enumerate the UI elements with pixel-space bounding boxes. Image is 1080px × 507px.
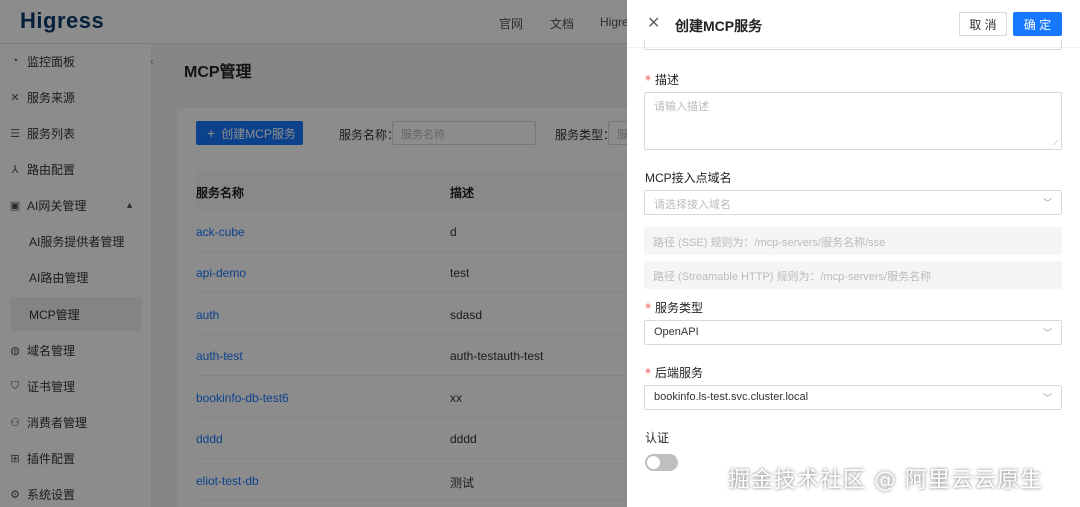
previous-field-input[interactable] <box>644 40 1062 50</box>
service-type-label: * 服务类型 <box>645 301 704 315</box>
close-icon[interactable]: ✕ <box>647 13 660 33</box>
resize-handle-icon[interactable]: ⟋ <box>1053 138 1059 148</box>
domain-label: MCP接入点域名 <box>645 171 732 185</box>
auth-label: 认证 <box>645 431 670 445</box>
auth-toggle[interactable] <box>645 454 678 471</box>
drawer-title: 创建MCP服务 <box>675 18 763 34</box>
backend-value: bookinfo.ls-test.svc.cluster.local <box>654 391 809 403</box>
confirm-button[interactable]: 确 定 <box>1013 12 1062 36</box>
domain-select[interactable]: 请选择接入域名 ﹀ <box>644 190 1062 215</box>
chevron-down-icon: ﹀ <box>1042 198 1052 208</box>
chevron-down-icon: ﹀ <box>1042 393 1052 403</box>
domain-placeholder: 请选择接入域名 <box>654 199 731 211</box>
sse-path-field: 路径 (SSE) 规则为：/mcp-servers/服务名称/sse <box>644 227 1062 255</box>
service-type-select[interactable]: OpenAPI ﹀ <box>644 320 1062 345</box>
required-mark: * <box>645 301 651 315</box>
desc-label: * 描述 <box>645 73 680 87</box>
backend-label: * 后端服务 <box>645 366 704 380</box>
streamable-http-path-field: 路径 (Streamable HTTP) 规则为：/mcp-servers/服务… <box>644 261 1062 289</box>
toggle-knob <box>647 456 660 469</box>
chevron-down-icon: ﹀ <box>1042 328 1052 338</box>
watermark: 掘金技术社区 @ 阿里云云原生 <box>728 468 1043 493</box>
create-mcp-drawer: ✕ 创建MCP服务 取 消 确 定 * 描述 请输入描述 ⟋ MCP接入点域名 请… <box>627 0 1080 507</box>
cancel-button[interactable]: 取 消 <box>959 12 1007 36</box>
required-mark: * <box>645 73 651 87</box>
service-type-value: OpenAPI <box>654 326 699 338</box>
desc-placeholder: 请输入描述 <box>654 101 709 113</box>
desc-textarea[interactable]: 请输入描述 ⟋ <box>644 92 1062 150</box>
required-mark: * <box>645 366 651 380</box>
backend-select[interactable]: bookinfo.ls-test.svc.cluster.local ﹀ <box>644 385 1062 410</box>
